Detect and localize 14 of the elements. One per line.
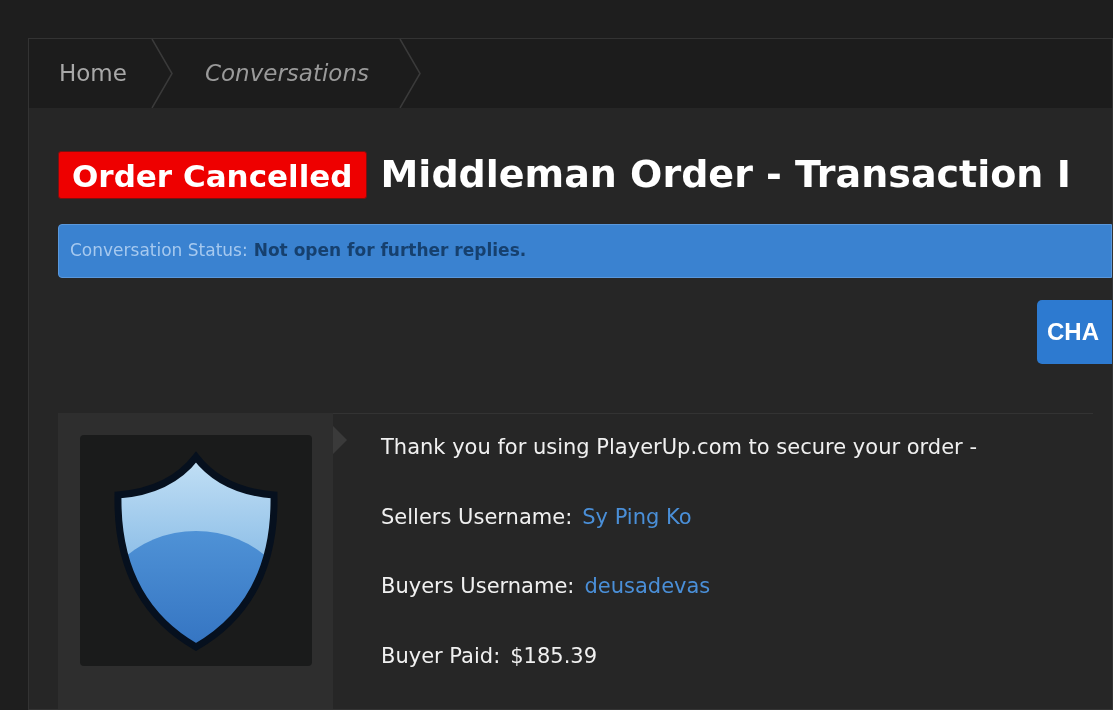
breadcrumb-link[interactable]: Home: [29, 56, 151, 91]
username-link[interactable]: Sy Ping Ko: [582, 501, 692, 533]
username-link[interactable]: deusadevas: [584, 571, 711, 603]
status-badge: Order Cancelled: [58, 150, 367, 199]
status-value: Not open for further replies.: [253, 239, 527, 263]
message-text: Thank you for using PlayerUp.com to secure your order -: [381, 434, 978, 461]
status-label: Conversation Status:: [70, 239, 248, 263]
page-title: Middleman Order - Transaction I: [380, 151, 1071, 198]
field-value: $185.39: [510, 642, 598, 670]
action-button[interactable]: CHA: [1037, 300, 1112, 364]
field-label: Buyer Paid:: [381, 642, 501, 670]
breadcrumb-link[interactable]: Conversations: [172, 56, 399, 91]
field-label: Sellers Username:: [381, 503, 573, 531]
field-label: Buyers Username:: [381, 573, 575, 600]
